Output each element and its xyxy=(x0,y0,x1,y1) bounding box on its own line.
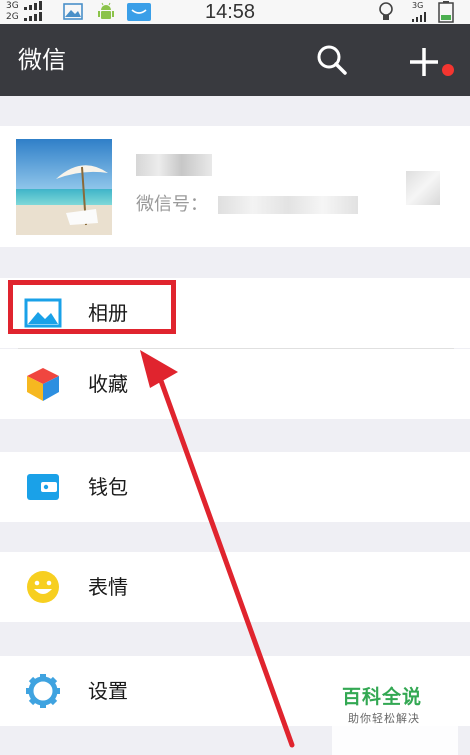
search-icon[interactable] xyxy=(314,42,350,78)
menu-item-label: 钱包 xyxy=(88,475,128,499)
wechat-id-label: 微信号： xyxy=(136,194,208,215)
emoji-smiley-icon xyxy=(27,571,59,603)
watermark-title: 百科全说 xyxy=(342,686,423,708)
wallet-icon xyxy=(27,474,59,500)
highlight-box xyxy=(8,280,176,334)
qr-code-icon[interactable] xyxy=(406,171,440,205)
network-type-right: 3G xyxy=(412,1,424,10)
signal-icon xyxy=(24,12,42,21)
app-header: 微信 xyxy=(0,24,470,96)
watermark-subtitle: 助你轻松解决 xyxy=(348,712,420,725)
network-type-top: 3G xyxy=(6,1,19,11)
new-badge-dot xyxy=(442,64,454,76)
lightbulb-icon xyxy=(379,2,393,20)
gear-icon xyxy=(26,674,60,708)
network-type-bottom: 2G xyxy=(6,12,19,22)
signal-icon xyxy=(24,1,42,10)
profile-card[interactable]: 微信号： xyxy=(0,126,470,247)
nickname-redacted xyxy=(136,154,212,176)
battery-icon xyxy=(438,1,454,23)
menu-item-label: 表情 xyxy=(88,575,128,599)
gallery-notification-icon xyxy=(63,3,83,20)
wechat-notification-icon xyxy=(127,3,151,21)
favorites-cube-icon xyxy=(27,368,59,401)
menu-item-label: 收藏 xyxy=(88,372,128,396)
avatar xyxy=(16,139,112,235)
android-icon xyxy=(98,2,114,19)
signal-icon xyxy=(412,12,426,22)
menu-item-stickers[interactable]: 表情 xyxy=(0,552,470,622)
page-title: 微信 xyxy=(18,46,66,74)
wechat-id-redacted xyxy=(218,196,358,214)
plus-icon[interactable] xyxy=(402,40,446,84)
watermark: 百科全说 助你轻松解决 xyxy=(332,678,458,755)
status-bar: 3G 2G 14:58 3G xyxy=(0,0,470,24)
menu-item-favorites[interactable]: 收藏 xyxy=(0,349,470,419)
menu-item-wallet[interactable]: 钱包 xyxy=(0,452,470,522)
status-time: 14:58 xyxy=(205,1,256,23)
menu-item-label: 设置 xyxy=(88,679,128,703)
